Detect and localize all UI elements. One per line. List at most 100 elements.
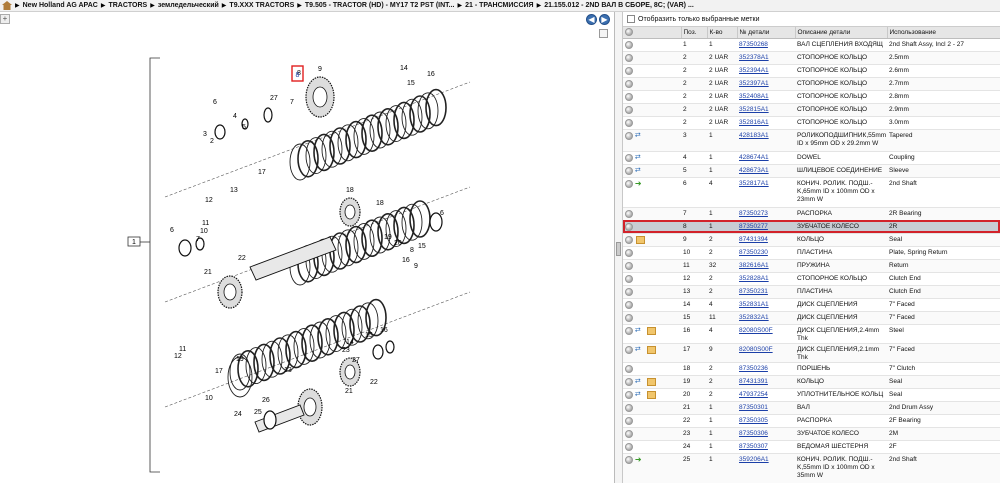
table-row[interactable]: ⇄ 20 2 47937254 УПЛОТНИТЕЛЬНОЕ КОЛЬЦ Seal [623,388,1000,402]
cell-part-number-text[interactable]: 382616A1 [739,262,769,269]
cell-part-number[interactable]: 352832A1 [737,311,795,325]
cell-part-number[interactable]: 87431394 [737,233,795,247]
row-select-icon[interactable] [625,261,633,270]
cell-part-number[interactable]: 352397A1 [737,77,795,91]
breadcrumb-item[interactable]: TRACTORS [108,2,147,9]
cell-part-number[interactable]: 352408A1 [737,90,795,104]
header-position[interactable]: Поз. [681,27,708,39]
alternative-arrow-icon[interactable]: ➜ [635,455,642,464]
table-row[interactable]: ⇄ 3 1 428183A1 РОЛИКОПОДШИПНИК,55mm ID x 95… [623,129,1000,152]
table-row[interactable]: ➜ 25 1 359206A1 КОНИЧ. РОЛИК. ПОДШ.-K,55mm … [623,453,1000,483]
table-row[interactable]: 13 2 87350231 ПЛАСТИНА Clutch End [623,285,1000,299]
row-select-icon[interactable] [625,40,633,49]
cell-part-number[interactable]: 87350306 [737,427,795,441]
cell-part-number-text[interactable]: 428674A1 [739,154,769,161]
row-select-icon[interactable] [625,53,633,62]
cell-part-number-text[interactable]: 352817A1 [739,180,769,187]
row-select-icon[interactable] [625,364,633,373]
cell-part-number-text[interactable]: 87350306 [739,430,768,437]
cell-part-number-text[interactable]: 87350268 [739,41,768,48]
replacement-icon[interactable]: ⇄ [635,378,644,386]
cell-part-number[interactable]: 87350277 [737,220,795,234]
table-row[interactable]: 21 1 87350301 ВАЛ 2nd Drum Assy [623,401,1000,415]
row-select-icon[interactable] [625,153,633,162]
header-part-number[interactable]: № детали [737,27,796,39]
cell-part-number-text[interactable]: 87350307 [739,443,768,450]
cell-part-number-text[interactable]: 352815A1 [739,106,769,113]
package-icon[interactable] [646,377,656,386]
cell-part-number[interactable]: 82080S00F [737,343,795,363]
package-icon[interactable] [635,235,645,244]
splitter-grip[interactable] [616,242,621,256]
row-select-icon[interactable] [625,105,633,114]
table-row[interactable]: 22 UAR 352815A1 СТОПОРНОЕ КОЛЬЦО 2.9mm [623,103,1000,117]
row-select-icon[interactable] [625,274,633,283]
home-icon[interactable] [2,1,12,10]
forward-arrow-icon[interactable]: ▶ [599,14,610,25]
cell-part-number-text[interactable]: 87431391 [739,378,768,385]
table-row[interactable]: ⇄ 5 1 428673A1 ШЛИЦЕВОЕ СОЕДИНЕНИЕ Sleeve [623,164,1000,178]
row-select-icon[interactable] [625,92,633,101]
row-select-icon[interactable] [625,390,633,399]
cell-part-number[interactable]: 382616A1 [737,259,795,273]
cell-part-number-text[interactable]: 87350305 [739,417,768,424]
cell-part-number-text[interactable]: 82080S00F [739,346,773,353]
zoom-toggle-button[interactable] [599,29,608,38]
cell-part-number-text[interactable]: 87350230 [739,249,768,256]
cell-part-number-text[interactable]: 47937254 [739,391,768,398]
pane-splitter[interactable] [615,12,623,483]
row-select-icon[interactable] [625,209,633,218]
cell-part-number[interactable]: 82080S00F [737,324,795,344]
row-select-icon[interactable] [625,179,633,188]
cell-part-number-text[interactable]: 352397A1 [739,80,769,87]
table-row[interactable]: 22 UAR 352816A1 СТОПОРНОЕ КОЛЬЦО 3.0mm [623,116,1000,130]
cell-part-number-text[interactable]: 359206A1 [739,456,769,463]
row-select-icon[interactable] [625,377,633,386]
cell-part-number[interactable]: 87350236 [737,362,795,376]
breadcrumb-item[interactable]: 21.155.012 - 2ND ВАЛ В СБОРЕ, 8C; (VAR) … [544,2,694,9]
row-select-icon[interactable] [625,403,633,412]
row-select-icon[interactable] [625,131,633,140]
table-row[interactable]: 10 2 87350230 ПЛАСТИНА Plate, Spring Return [623,246,1000,260]
cell-part-number[interactable]: 87350231 [737,285,795,299]
row-select-icon[interactable] [625,345,633,354]
table-row[interactable]: 23 1 87350306 ЗУБЧАТОЕ КОЛЕСО 2M [623,427,1000,441]
cell-part-number[interactable]: 87431391 [737,375,795,389]
table-row[interactable]: 14 4 352831A1 ДИСК СЦЕПЛЕНИЯ 7" Faced [623,298,1000,312]
cell-part-number-text[interactable]: 352408A1 [739,93,769,100]
table-row[interactable]: 12 2 352828A1 СТОПОРНОЕ КОЛЬЦО Clutch End [623,272,1000,286]
cell-part-number[interactable]: 352817A1 [737,177,795,208]
header-description[interactable]: Описание детали [795,27,888,39]
replacement-icon[interactable]: ⇄ [635,167,644,175]
cell-part-number[interactable]: 352394A1 [737,64,795,78]
cell-part-number-text[interactable]: 428673A1 [739,167,769,174]
row-select-icon[interactable] [625,287,633,296]
cell-part-number[interactable]: 87350273 [737,207,795,221]
row-select-icon[interactable] [625,442,633,451]
replacement-icon[interactable]: ⇄ [635,327,644,335]
table-row[interactable]: 24 1 87350307 ВЕДОМАЯ ШЕСТЕРНЯ 2F [623,440,1000,454]
cell-part-number[interactable]: 352378A1 [737,51,795,65]
cell-part-number[interactable]: 359206A1 [737,453,795,483]
row-select-icon[interactable] [625,416,633,425]
breadcrumb-item[interactable]: земледельческий [158,2,219,9]
cell-part-number[interactable]: 87350307 [737,440,795,454]
row-select-icon[interactable] [625,235,633,244]
table-row[interactable]: 22 UAR 352408A1 СТОПОРНОЕ КОЛЬЦО 2.8mm [623,90,1000,104]
cell-part-number[interactable]: 428673A1 [737,164,795,178]
header-quantity[interactable]: К-во [707,27,738,39]
table-row[interactable]: ➜ 6 4 352817A1 КОНИЧ. РОЛИК. ПОДШ.-K,65mm I… [623,177,1000,208]
replacement-icon[interactable]: ⇄ [635,154,644,162]
cell-part-number-text[interactable]: 82080S00F [739,327,773,334]
breadcrumb-item[interactable]: T9.505 - TRACTOR (HD) - MY17 T2 PST (INT… [305,2,455,9]
table-row[interactable]: 22 UAR 352397A1 СТОПОРНОЕ КОЛЬЦО 2.7mm [623,77,1000,91]
cell-part-number[interactable]: 87350301 [737,401,795,415]
row-select-icon[interactable] [625,313,633,322]
cell-part-number-text[interactable]: 352832A1 [739,314,769,321]
row-select-icon[interactable] [625,455,633,464]
row-select-icon[interactable] [625,222,633,231]
table-row-selected[interactable]: 8 1 87350277 ЗУБЧАТОЕ КОЛЕСО 2R [623,220,1000,234]
replacement-icon[interactable]: ⇄ [635,346,644,354]
alternative-arrow-icon[interactable]: ➜ [635,179,642,188]
cell-part-number[interactable]: 428674A1 [737,151,795,165]
